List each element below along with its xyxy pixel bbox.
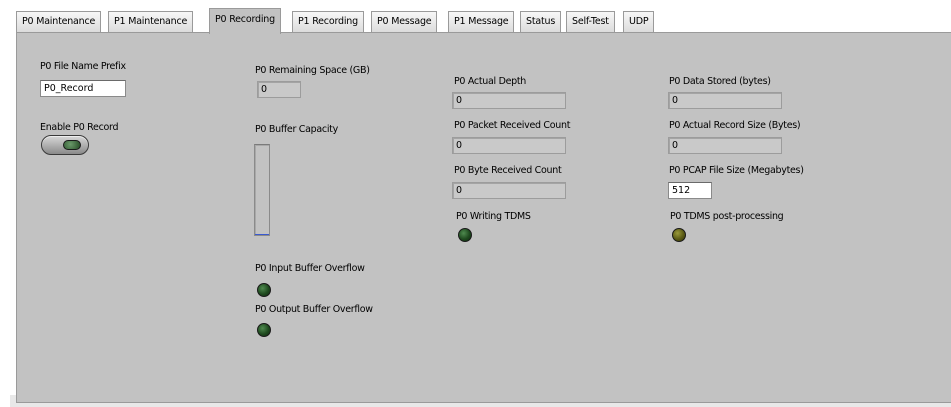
tab-p1-recording[interactable]: P1 Recording (292, 11, 364, 32)
output-overflow-led-icon (257, 323, 271, 337)
tab-self-test[interactable]: Self-Test (566, 11, 615, 32)
tdms-post-led-icon (672, 228, 686, 242)
actual-record-size-field: 0 (668, 137, 782, 154)
tab-p0-maintenance[interactable]: P0 Maintenance (16, 11, 102, 32)
tab-p1-maintenance[interactable]: P1 Maintenance (108, 11, 194, 32)
remaining-space-field: 0 (257, 81, 301, 98)
input-overflow-led-icon (257, 283, 271, 297)
tab-p1-message[interactable]: P1 Message (448, 11, 515, 32)
writing-tdms-label: P0 Writing TDMS (456, 211, 531, 222)
writing-tdms-led-icon (458, 228, 472, 242)
toggle-knob-icon (63, 140, 81, 150)
pcap-size-input[interactable]: 512 (668, 182, 712, 199)
byte-count-field: 0 (452, 182, 566, 199)
enable-record-toggle[interactable] (41, 135, 89, 155)
actual-depth-label: P0 Actual Depth (454, 76, 527, 87)
actual-record-size-label: P0 Actual Record Size (Bytes) (669, 120, 801, 131)
tab-panel-p0-recording: P0 File Name Prefix P0_Record Enable P0 … (16, 32, 951, 403)
remaining-space-label: P0 Remaining Space (GB) (255, 65, 370, 76)
pcap-size-label: P0 PCAP File Size (Megabytes) (669, 165, 804, 176)
input-overflow-label: P0 Input Buffer Overflow (255, 263, 365, 274)
buffer-capacity-bar (254, 144, 270, 236)
file-prefix-label: P0 File Name Prefix (40, 61, 126, 72)
enable-record-label: Enable P0 Record (40, 122, 119, 133)
buffer-capacity-fill (255, 234, 269, 235)
buffer-capacity-label: P0 Buffer Capacity (255, 124, 338, 135)
tab-status[interactable]: Status (520, 11, 562, 32)
actual-depth-field: 0 (452, 92, 566, 109)
tab-p0-message[interactable]: P0 Message (371, 11, 438, 32)
byte-count-label: P0 Byte Received Count (454, 165, 562, 176)
tab-udp[interactable]: UDP (623, 11, 655, 32)
tab-p0-recording[interactable]: P0 Recording (209, 8, 281, 34)
data-stored-field: 0 (668, 92, 782, 109)
output-overflow-label: P0 Output Buffer Overflow (255, 304, 373, 315)
tdms-post-label: P0 TDMS post-processing (670, 211, 784, 222)
data-stored-label: P0 Data Stored (bytes) (669, 76, 771, 87)
tab-strip: P0 Maintenance P1 Maintenance P0 Recordi… (16, 8, 951, 34)
file-prefix-input[interactable]: P0_Record (40, 80, 126, 97)
packet-count-field: 0 (452, 137, 566, 154)
packet-count-label: P0 Packet Received Count (454, 120, 571, 131)
